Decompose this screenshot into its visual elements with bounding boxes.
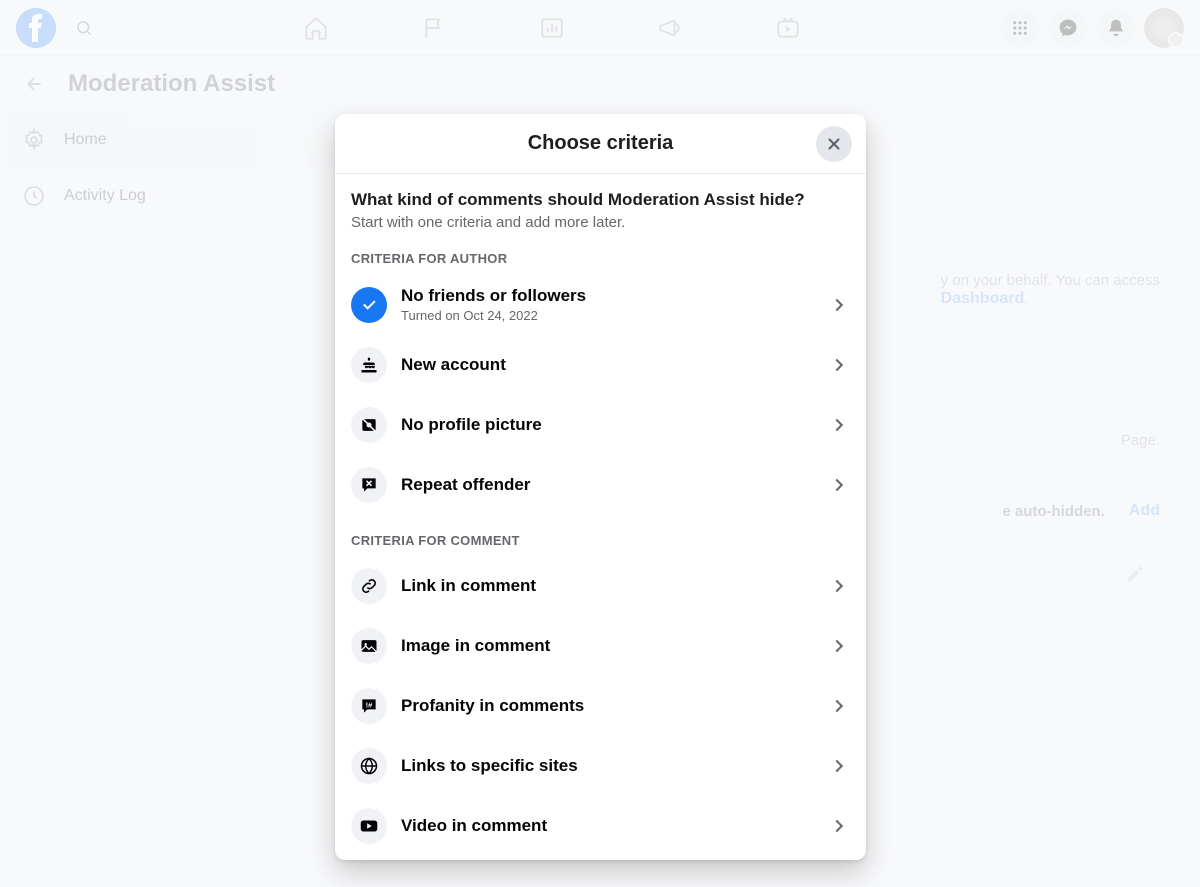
profanity-icon: !# <box>351 688 387 724</box>
chevron-right-icon <box>828 294 850 316</box>
criteria-no-friends[interactable]: No friends or followers Turned on Oct 24… <box>351 274 850 335</box>
criteria-subtitle: Turned on Oct 24, 2022 <box>401 308 814 323</box>
close-button[interactable] <box>816 126 852 162</box>
criteria-title: Links to specific sites <box>401 756 814 776</box>
globe-icon <box>351 748 387 784</box>
cake-icon <box>351 347 387 383</box>
criteria-title: No profile picture <box>401 415 814 435</box>
image-icon <box>351 628 387 664</box>
chevron-right-icon <box>828 474 850 496</box>
chevron-right-icon <box>828 695 850 717</box>
criteria-keywords[interactable]: Keywords in comments <box>351 856 850 860</box>
video-play-icon <box>351 808 387 844</box>
criteria-image-in-comment[interactable]: Image in comment <box>351 616 850 676</box>
prompt-title: What kind of comments should Moderation … <box>351 190 850 210</box>
criteria-repeat-offender[interactable]: Repeat offender <box>351 455 850 515</box>
chevron-right-icon <box>828 575 850 597</box>
criteria-no-profile-picture[interactable]: No profile picture <box>351 395 850 455</box>
criteria-title: Image in comment <box>401 636 814 656</box>
criteria-specific-sites[interactable]: Links to specific sites <box>351 736 850 796</box>
chevron-right-icon <box>828 635 850 657</box>
criteria-title: Profanity in comments <box>401 696 814 716</box>
chevron-right-icon <box>828 414 850 436</box>
criteria-title: New account <box>401 355 814 375</box>
criteria-title: No friends or followers <box>401 286 814 306</box>
speech-x-icon <box>351 467 387 503</box>
criteria-title: Repeat offender <box>401 475 814 495</box>
criteria-link-in-comment[interactable]: Link in comment <box>351 556 850 616</box>
prompt-subtitle: Start with one criteria and add more lat… <box>351 214 850 231</box>
close-icon <box>825 135 843 153</box>
modal-title: Choose criteria <box>528 132 674 155</box>
section-author-label: CRITERIA FOR AUTHOR <box>351 251 850 266</box>
criteria-profanity[interactable]: !# Profanity in comments <box>351 676 850 736</box>
checkmark-icon <box>351 287 387 323</box>
criteria-new-account[interactable]: New account <box>351 335 850 395</box>
section-comment-label: CRITERIA FOR COMMENT <box>351 533 850 548</box>
criteria-title: Link in comment <box>401 576 814 596</box>
link-icon <box>351 568 387 604</box>
choose-criteria-modal: Choose criteria What kind of comments sh… <box>335 114 866 860</box>
chevron-right-icon <box>828 755 850 777</box>
criteria-video-in-comment[interactable]: Video in comment <box>351 796 850 856</box>
criteria-title: Video in comment <box>401 816 814 836</box>
no-photo-icon <box>351 407 387 443</box>
chevron-right-icon <box>828 815 850 837</box>
modal-header: Choose criteria <box>335 114 866 174</box>
svg-text:!#: !# <box>366 701 373 710</box>
chevron-right-icon <box>828 354 850 376</box>
